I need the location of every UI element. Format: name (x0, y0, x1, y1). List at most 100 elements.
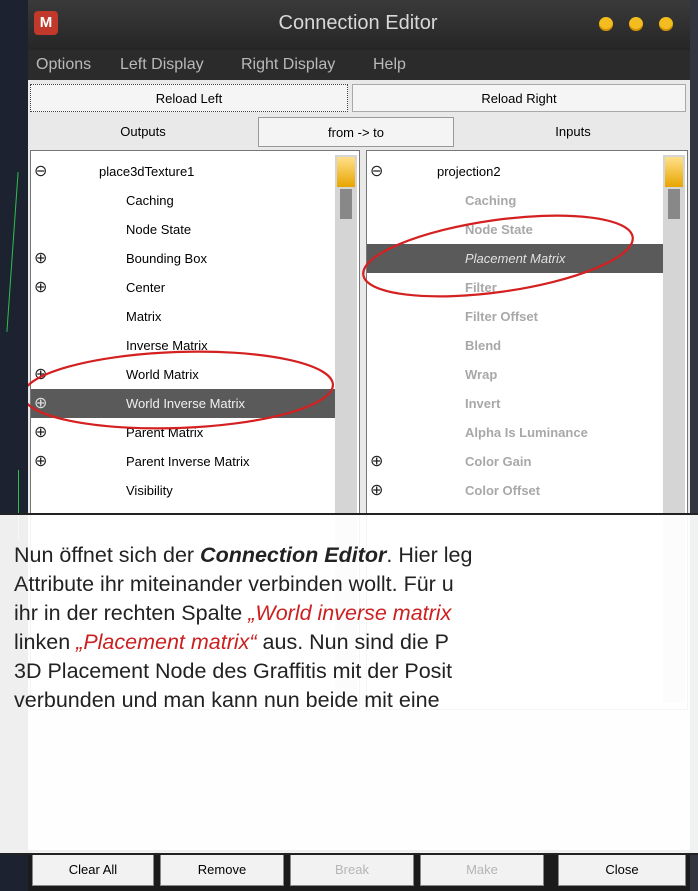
scroll-thumb[interactable] (337, 157, 355, 187)
list-item[interactable]: Alpha Is Luminance (367, 418, 663, 447)
attribute-label: Color Gain (465, 454, 532, 469)
list-item-selected[interactable]: ⊕ World Inverse Matrix (31, 389, 339, 418)
menu-right-display[interactable]: Right Display (241, 56, 335, 74)
attribute-label: Invert (465, 396, 501, 411)
list-item[interactable]: Filter (367, 273, 663, 302)
remove-button[interactable]: Remove (160, 852, 284, 886)
attribute-label: Placement Matrix (465, 251, 566, 266)
inputs-header: Inputs (555, 124, 591, 139)
outputs-header: Outputs (120, 124, 166, 139)
collapse-icon[interactable]: ⊖ (370, 157, 383, 186)
attribute-label: Wrap (465, 367, 498, 382)
list-item[interactable]: ⊖ place3dTexture1 (31, 157, 339, 186)
list-item[interactable]: Filter Offset (367, 302, 663, 331)
node-name: projection2 (437, 164, 501, 179)
minimize-button[interactable] (599, 17, 613, 31)
list-item[interactable]: ⊖ projection2 (367, 157, 663, 186)
list-item[interactable]: ⊕ Color Gain (367, 447, 663, 476)
expand-icon[interactable]: ⊕ (34, 273, 47, 302)
list-item[interactable]: ⊕ World Matrix (31, 360, 339, 389)
make-button[interactable]: Make (420, 852, 544, 886)
collapse-icon[interactable]: ⊖ (34, 157, 47, 186)
list-item[interactable]: Visibility (31, 476, 339, 505)
attribute-label: Parent Matrix (126, 425, 204, 440)
text-fragment: . Hier leg (386, 543, 473, 567)
list-item[interactable]: ⊕ Parent Matrix (31, 418, 339, 447)
text-fragment: aus. Nun sind die P (256, 630, 449, 654)
text-line: verbunden und man kann nun beide mit ein… (14, 688, 440, 712)
list-item[interactable]: Blend (367, 331, 663, 360)
direction-toggle-button[interactable]: from -> to (258, 117, 454, 147)
tutorial-text-overlay: Nun öffnet sich der Connection Editor. H… (0, 513, 698, 855)
close-button[interactable]: Close (558, 852, 686, 886)
highlight-text: „World inverse matrix (248, 601, 452, 625)
scroll-thumb[interactable] (665, 157, 683, 187)
reload-right-button[interactable]: Reload Right (352, 84, 686, 112)
close-window-button[interactable] (659, 17, 673, 31)
list-item[interactable]: Matrix (31, 302, 339, 331)
list-item[interactable]: Caching (31, 186, 339, 215)
highlight-text: „Placement matrix“ (76, 630, 257, 654)
attribute-label: Caching (465, 193, 517, 208)
expand-icon[interactable]: ⊕ (34, 244, 47, 273)
tutorial-paragraph: Nun öffnet sich der Connection Editor. H… (14, 541, 694, 715)
title-bar[interactable]: M Connection Editor (28, 0, 690, 50)
column-header-row: Outputs from -> to Inputs (28, 117, 690, 147)
menu-help[interactable]: Help (373, 56, 406, 74)
attribute-label: Matrix (126, 309, 162, 324)
text-line: 3D Placement Node des Graffitis mit der … (14, 659, 453, 683)
text-line: ihr in der rechten Spalte „World inverse… (14, 599, 694, 628)
text-line: Attribute ihr miteinander verbinden woll… (14, 572, 454, 596)
attribute-label: Node State (126, 222, 192, 237)
maximize-button[interactable] (629, 17, 643, 31)
emphasis-text: Connection Editor (200, 543, 387, 567)
scroll-handle[interactable] (668, 189, 680, 219)
attribute-label: Node State (465, 222, 533, 237)
attribute-label: Center (126, 280, 166, 295)
attribute-label: Blend (465, 338, 502, 353)
menu-bar: Options Left Display Right Display Help (28, 50, 690, 80)
attribute-label: World Matrix (126, 367, 199, 382)
text-fragment: Nun öffnet sich der (14, 543, 201, 567)
maya-app-icon[interactable]: M (34, 11, 58, 35)
attribute-label: Filter (465, 280, 497, 295)
window-title: Connection Editor (278, 12, 438, 34)
scroll-handle[interactable] (340, 189, 352, 219)
attribute-label: Visibility (126, 483, 173, 498)
attribute-label: Alpha Is Luminance (465, 425, 588, 440)
attribute-label: Parent Inverse Matrix (126, 454, 250, 469)
list-item[interactable]: ⊕ Parent Inverse Matrix (31, 447, 339, 476)
expand-icon[interactable]: ⊕ (34, 389, 47, 418)
expand-icon[interactable]: ⊕ (370, 447, 383, 476)
list-item[interactable]: Caching (367, 186, 663, 215)
attribute-label: World Inverse Matrix (126, 396, 245, 411)
list-item[interactable]: ⊕ Color Offset (367, 476, 663, 505)
text-line: linken „Placement matrix“ aus. Nun sind … (14, 628, 694, 657)
expand-icon[interactable]: ⊕ (370, 476, 383, 505)
attribute-label: Filter Offset (465, 309, 538, 324)
expand-icon[interactable]: ⊕ (34, 447, 47, 476)
break-button[interactable]: Break (290, 852, 414, 886)
text-line: Nun öffnet sich der Connection Editor. H… (14, 541, 694, 570)
list-item[interactable]: Node State (367, 215, 663, 244)
list-item[interactable]: Invert (367, 389, 663, 418)
menu-options[interactable]: Options (36, 56, 91, 74)
menu-left-display[interactable]: Left Display (120, 56, 204, 74)
text-fragment: ihr in der rechten Spalte (14, 601, 249, 625)
list-item-selected[interactable]: Placement Matrix (367, 244, 663, 273)
node-name: place3dTexture1 (99, 164, 195, 179)
expand-icon[interactable]: ⊕ (34, 418, 47, 447)
attribute-label: Caching (126, 193, 174, 208)
text-fragment: linken (14, 630, 77, 654)
list-item[interactable]: ⊕ Bounding Box (31, 244, 339, 273)
list-item[interactable]: ⊕ Center (31, 273, 339, 302)
clear-all-button[interactable]: Clear All (32, 852, 154, 886)
reload-left-button[interactable]: Reload Left (30, 84, 348, 112)
attribute-label: Inverse Matrix (126, 338, 208, 353)
expand-icon[interactable]: ⊕ (34, 360, 47, 389)
list-item[interactable]: Node State (31, 215, 339, 244)
list-item[interactable]: Inverse Matrix (31, 331, 339, 360)
attribute-label: Color Offset (465, 483, 541, 498)
attribute-label: Bounding Box (126, 251, 207, 266)
list-item[interactable]: Wrap (367, 360, 663, 389)
